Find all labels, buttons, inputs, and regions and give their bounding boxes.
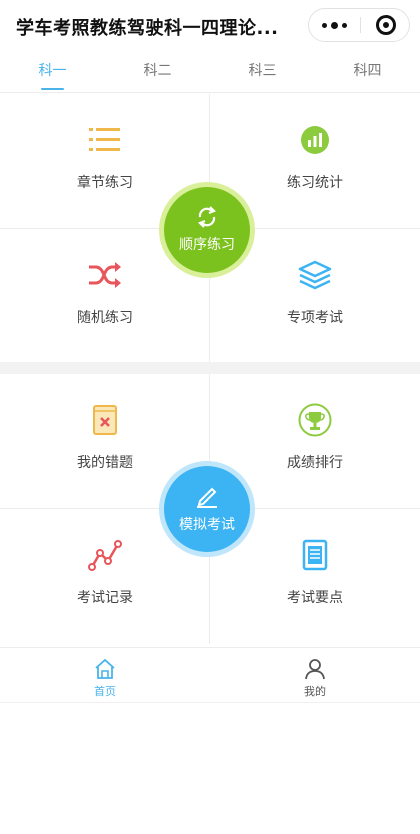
- section-gap: [0, 362, 420, 374]
- subject-tabs: 科一 科二 科三 科四: [0, 50, 420, 93]
- target-icon: [376, 15, 396, 35]
- tab-subject-4[interactable]: 科四: [315, 50, 420, 93]
- tab-subject-3[interactable]: 科三: [210, 50, 315, 93]
- mock-exam-label: 模拟考试: [179, 517, 235, 533]
- home-icon: [95, 658, 115, 679]
- user-icon: [305, 659, 325, 680]
- home-tab-label: 首页: [94, 685, 116, 698]
- bar-chart-icon: [297, 122, 333, 158]
- wrong-questions-label: 我的错题: [77, 455, 133, 471]
- page-title: 学车考照教练驾驶科一四理论...: [16, 18, 279, 39]
- close-miniprogram-button[interactable]: [361, 9, 411, 41]
- home-tab[interactable]: 首页: [0, 648, 210, 704]
- pen-icon: [197, 487, 217, 508]
- wrong-book-icon: [87, 402, 123, 438]
- tab-subject-1[interactable]: 科一: [0, 50, 105, 93]
- trophy-icon: [297, 402, 333, 438]
- chapter-practice-label: 章节练习: [77, 175, 133, 191]
- list-icon: [87, 122, 123, 158]
- exam-key-points-label: 考试要点: [287, 590, 343, 606]
- profile-tab-label: 我的: [304, 685, 326, 698]
- special-exam-label: 专项考试: [287, 310, 343, 326]
- sequential-practice-button[interactable]: 顺序练习: [159, 182, 255, 278]
- nav-header: 学车考照教练驾驶科一四理论...: [0, 0, 420, 50]
- miniprogram-capsule: [308, 8, 410, 42]
- tab-subject-2[interactable]: 科二: [105, 50, 210, 93]
- shuffle-icon: [87, 257, 123, 293]
- layers-icon: [297, 257, 333, 293]
- line-chart-icon: [87, 537, 123, 573]
- profile-tab[interactable]: 我的: [210, 648, 420, 704]
- bottom-tab-bar: 首页 我的: [0, 647, 420, 703]
- score-ranking-label: 成绩排行: [287, 455, 343, 471]
- document-icon: [297, 537, 333, 573]
- dot-icon: [331, 21, 338, 29]
- dot-icon: [342, 22, 347, 28]
- practice-stats-label: 练习统计: [287, 175, 343, 191]
- sequential-practice-label: 顺序练习: [179, 237, 235, 253]
- mock-exam-button[interactable]: 模拟考试: [159, 461, 255, 557]
- tab-label: 科三: [248, 63, 277, 79]
- more-menu-button[interactable]: [309, 9, 360, 41]
- tab-active-indicator: [41, 88, 64, 90]
- dot-icon: [322, 22, 327, 28]
- exam-records-label: 考试记录: [77, 590, 133, 606]
- tab-label: 科二: [143, 63, 172, 79]
- refresh-icon: [198, 206, 216, 228]
- random-practice-label: 随机练习: [77, 310, 133, 326]
- tab-label: 科四: [353, 63, 382, 79]
- tab-label: 科一: [38, 63, 67, 79]
